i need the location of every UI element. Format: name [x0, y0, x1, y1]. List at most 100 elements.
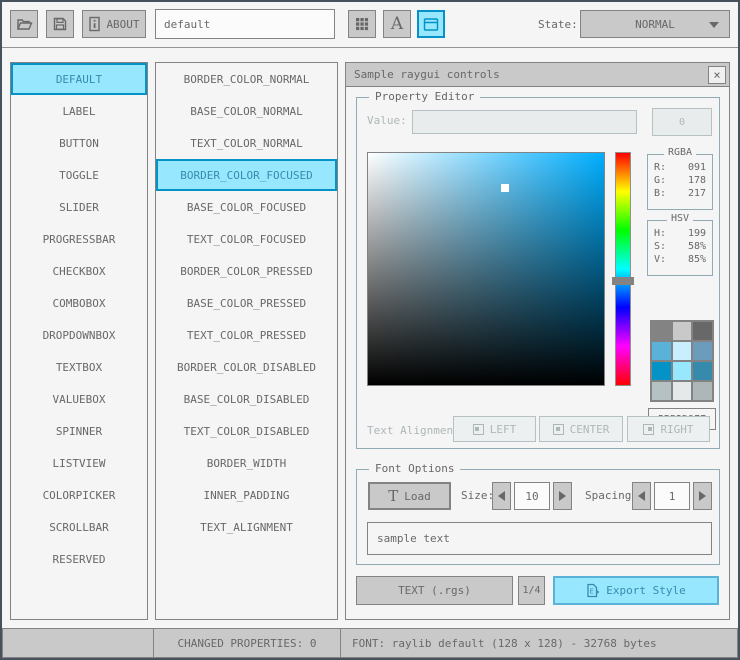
control-item-button[interactable]: BUTTON	[11, 127, 147, 159]
page-indicator-button[interactable]: 1/4	[518, 576, 545, 605]
control-item-colorpicker[interactable]: COLORPICKER	[11, 479, 147, 511]
style-color-swatch[interactable]	[672, 322, 692, 340]
control-item-scrollbar[interactable]: SCROLLBAR	[11, 511, 147, 543]
floppy-save-icon	[52, 16, 68, 32]
font-options-group: Font Options T Load Size: 10 Spacing: 1 …	[356, 462, 720, 565]
control-item-valuebox[interactable]: VALUEBOX	[11, 383, 147, 415]
property-item-border-width[interactable]: BORDER_WIDTH	[156, 447, 337, 479]
property-item-base-color-focused[interactable]: BASE_COLOR_FOCUSED	[156, 191, 337, 223]
control-item-listview[interactable]: LISTVIEW	[11, 447, 147, 479]
hue-slider-bar[interactable]	[615, 152, 631, 386]
property-item-text-alignment[interactable]: TEXT_ALIGNMENT	[156, 511, 337, 543]
sample-text-input[interactable]: sample text	[367, 522, 712, 555]
style-color-swatch[interactable]	[672, 382, 692, 400]
style-color-swatch[interactable]	[672, 342, 692, 360]
control-item-dropdownbox[interactable]: DROPDOWNBOX	[11, 319, 147, 351]
folder-icon	[16, 16, 33, 32]
align-center-icon	[552, 423, 564, 435]
control-item-label[interactable]: LABEL	[11, 95, 147, 127]
style-table-view-button[interactable]	[348, 10, 376, 38]
state-dropdown[interactable]: NORMAL	[580, 10, 730, 38]
hsv-row-v: V: 85%	[654, 254, 706, 265]
property-item-base-color-disabled[interactable]: BASE_COLOR_DISABLED	[156, 383, 337, 415]
align-right-button[interactable]: RIGHT	[627, 416, 710, 442]
open-style-button[interactable]	[10, 10, 38, 38]
rguistyler-window: ABOUT default A State: NORMAL DEFAULT LAB…	[0, 0, 740, 660]
style-color-swatch[interactable]	[652, 382, 671, 400]
property-item-text-color-focused[interactable]: TEXT_COLOR_FOCUSED	[156, 223, 337, 255]
control-item-combobox[interactable]: COMBOBOX	[11, 287, 147, 319]
spacing-increment-button[interactable]	[693, 482, 712, 510]
style-color-swatch[interactable]	[672, 362, 692, 380]
style-name-value: default	[164, 17, 211, 31]
size-increment-button[interactable]	[553, 482, 572, 510]
value-button[interactable]: 0	[652, 108, 712, 136]
property-item-border-color-disabled[interactable]: BORDER_COLOR_DISABLED	[156, 351, 337, 383]
property-item-text-color-pressed[interactable]: TEXT_COLOR_PRESSED	[156, 319, 337, 351]
property-item-base-color-normal[interactable]: BASE_COLOR_NORMAL	[156, 95, 337, 127]
toolbar: ABOUT default A State: NORMAL	[2, 2, 738, 48]
status-empty-cell	[2, 628, 154, 658]
control-item-slider[interactable]: SLIDER	[11, 191, 147, 223]
style-colors-grid	[650, 320, 714, 402]
style-color-swatch[interactable]	[652, 322, 671, 340]
spacing-value[interactable]: 1	[654, 482, 690, 510]
arrow-left-icon	[498, 491, 505, 501]
style-color-swatch[interactable]	[693, 342, 712, 360]
controls-view-button[interactable]	[417, 10, 445, 38]
property-item-text-color-disabled[interactable]: TEXT_COLOR_DISABLED	[156, 415, 337, 447]
value-label: Value:	[367, 114, 407, 127]
align-right-icon	[643, 423, 655, 435]
control-item-checkbox[interactable]: CHECKBOX	[11, 255, 147, 287]
align-center-button[interactable]: CENTER	[539, 416, 623, 442]
state-label: State:	[538, 17, 578, 31]
property-item-text-color-normal[interactable]: TEXT_COLOR_NORMAL	[156, 127, 337, 159]
font-load-label: Load	[404, 489, 431, 503]
style-name-input[interactable]: default	[155, 9, 335, 39]
control-item-spinner[interactable]: SPINNER	[11, 415, 147, 447]
color-picker-cursor[interactable]	[500, 183, 509, 192]
style-color-swatch[interactable]	[652, 342, 671, 360]
control-item-progressbar[interactable]: PROGRESSBAR	[11, 223, 147, 255]
control-item-toggle[interactable]: TOGGLE	[11, 159, 147, 191]
export-style-button[interactable]: E Export Style	[553, 576, 719, 605]
size-decrement-button[interactable]	[492, 482, 511, 510]
property-item-base-color-pressed[interactable]: BASE_COLOR_PRESSED	[156, 287, 337, 319]
property-item-border-color-focused[interactable]: BORDER_COLOR_FOCUSED	[156, 159, 337, 191]
sample-window-titlebar[interactable]: Sample raygui controls ×	[346, 63, 729, 87]
property-item-border-color-normal[interactable]: BORDER_COLOR_NORMAL	[156, 63, 337, 95]
property-editor-group: Property Editor Value: 0 RGBA R: 091 G: 17…	[356, 90, 720, 449]
font-load-button[interactable]: T Load	[368, 482, 451, 510]
export-format-button[interactable]: TEXT (.rgs)	[356, 576, 513, 605]
align-left-button[interactable]: LEFT	[453, 416, 536, 442]
color-saturation-value-square[interactable]	[367, 152, 605, 386]
rgba-row-b: B: 217	[654, 188, 706, 199]
control-item-reserved[interactable]: RESERVED	[11, 543, 147, 575]
about-button[interactable]: ABOUT	[82, 10, 146, 38]
size-value[interactable]: 10	[514, 482, 550, 510]
property-item-inner-padding[interactable]: INNER_PADDING	[156, 479, 337, 511]
control-item-textbox[interactable]: TEXTBOX	[11, 351, 147, 383]
property-editor-title: Property Editor	[369, 90, 481, 103]
sample-window-title: Sample raygui controls	[354, 68, 500, 81]
style-color-swatch[interactable]	[693, 362, 712, 380]
properties-list: BORDER_COLOR_NORMAL BASE_COLOR_NORMAL TEXT…	[155, 62, 338, 620]
style-color-swatch[interactable]	[693, 322, 712, 340]
font-view-button[interactable]: A	[383, 10, 411, 38]
spacing-decrement-button[interactable]	[632, 482, 651, 510]
save-style-button[interactable]	[46, 10, 74, 38]
hsv-row-h: H: 199	[654, 228, 706, 239]
rgba-row-g: G: 178	[654, 175, 706, 186]
hue-slider-handle[interactable]	[612, 277, 634, 286]
style-color-swatch[interactable]	[652, 362, 671, 380]
export-style-label: Export Style	[606, 584, 686, 597]
text-alignment-label: Text Alignment:	[367, 424, 467, 437]
status-font-info: FONT: raylib default (128 x 128) - 32768…	[340, 628, 738, 658]
control-item-default[interactable]: DEFAULT	[11, 63, 147, 95]
value-input[interactable]	[412, 110, 637, 134]
status-changed-properties: CHANGED PROPERTIES: 0	[153, 628, 341, 658]
style-color-swatch[interactable]	[693, 382, 712, 400]
close-icon[interactable]: ×	[708, 66, 726, 84]
property-item-border-color-pressed[interactable]: BORDER_COLOR_PRESSED	[156, 255, 337, 287]
align-left-icon	[472, 423, 484, 435]
